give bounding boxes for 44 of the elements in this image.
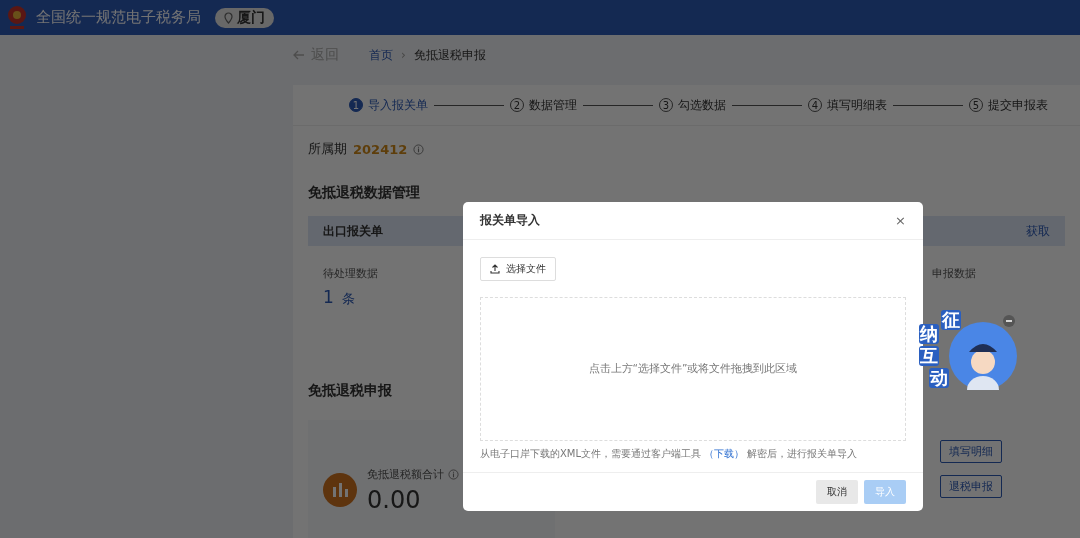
step-label: 填写明细表 (827, 96, 887, 114)
import-note: 从电子口岸下载的XML文件，需要通过客户端工具 （下载） 解密后，进行报关单导入 (480, 447, 859, 460)
site-title: 全国统一规范电子税务局 (36, 8, 201, 27)
location-pin-icon (224, 11, 233, 24)
outline-button[interactable]: 填写明细 (940, 440, 1002, 463)
step-label: 数据管理 (529, 96, 577, 114)
step-label: 导入报关单 (368, 96, 428, 114)
dialog-title: 报关单导入 (480, 212, 540, 229)
section-title: 免抵退税申报 (308, 382, 392, 400)
minimize-icon[interactable] (1003, 315, 1015, 327)
breadcrumb-current: 免抵退税申报 (413, 46, 486, 64)
step-number: 1 (349, 98, 363, 112)
breadcrumb-link[interactable]: 首页 (369, 46, 393, 64)
stat-unit: 条 (341, 290, 355, 308)
back-arrow-icon (293, 50, 305, 60)
section-title: 免抵退税数据管理 (308, 184, 420, 202)
mascot-label: 互 (919, 346, 939, 366)
download-link[interactable]: （下载） (704, 448, 745, 459)
upload-icon (490, 264, 500, 274)
mascot-label: 征 (941, 310, 961, 330)
dialog-button[interactable]: 取消 (816, 480, 858, 504)
step-label: 提交申报表 (988, 96, 1048, 114)
stat-value[interactable]: 1 (323, 287, 334, 307)
total-value: 0.00 (367, 485, 422, 514)
mascot-label: 动 (929, 368, 949, 388)
upload-button[interactable]: 选择文件 (480, 257, 556, 281)
bar-chart-icon (323, 473, 357, 507)
total-label: 免抵退税额合计 (367, 466, 444, 482)
outline-button[interactable]: 退税申报 (940, 475, 1002, 498)
info-icon (448, 468, 459, 480)
breadcrumb-separator: › (401, 48, 406, 62)
period-label: 所属期 (308, 140, 347, 158)
stat-label: 申报数据 (932, 266, 976, 281)
location-selector[interactable]: 厦门 (215, 7, 274, 28)
stat-label: 待处理数据 (323, 266, 378, 281)
drop-zone[interactable]: 点击上方“选择文件”或将文件拖拽到此区域 (480, 297, 906, 441)
close-button[interactable]: × (895, 213, 906, 228)
fetch-link[interactable]: 获取 (1026, 222, 1050, 240)
step-label: 勾选数据 (678, 96, 726, 114)
emblem-icon (6, 4, 28, 31)
period-value: 202412 (353, 141, 408, 157)
card-title: 出口报关单 (323, 222, 383, 240)
mascot-label: 纳 (919, 324, 939, 344)
info-icon (413, 143, 425, 155)
